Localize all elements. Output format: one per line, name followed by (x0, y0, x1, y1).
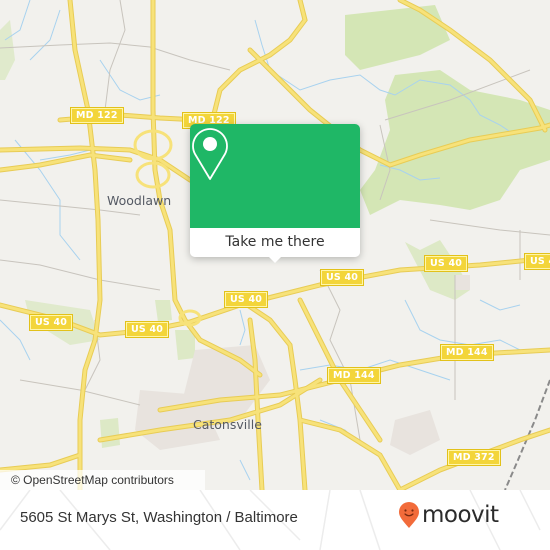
road-shield-md144: MD 144 (440, 344, 494, 361)
road-shield-us40: US 40 (28, 314, 74, 331)
moovit-logo[interactable]: moovit (398, 502, 499, 529)
road-shield-md372: MD 372 (447, 449, 501, 466)
popup-header[interactable] (190, 124, 360, 228)
popup-pointer (267, 255, 283, 263)
road-shield-md122: MD 122 (70, 107, 124, 124)
road-shield-us40: US 40 (523, 253, 550, 270)
place-label-catonsville: Catonsville (193, 417, 262, 432)
take-me-there-button[interactable]: Take me there (190, 228, 360, 257)
moovit-pin-icon (399, 502, 419, 528)
road-shield-us40: US 40 (223, 291, 269, 308)
road-shield-md144: MD 144 (327, 367, 381, 384)
map-attribution[interactable]: © OpenStreetMap contributors (0, 470, 205, 490)
road-shield-us40: US 40 (319, 269, 365, 286)
road-shield-us40: US 40 (423, 255, 469, 272)
destination-popup[interactable]: Take me there (190, 124, 360, 263)
map-view[interactable]: Woodlawn Catonsville MD 122 MD 122 US 40… (0, 0, 550, 490)
address-text: 5605 St Marys St, Washington / Baltimore (20, 509, 298, 526)
road-shield-us40: US 40 (124, 321, 170, 338)
moovit-wordmark: moovit (422, 502, 499, 528)
map-pin-icon (192, 128, 228, 180)
footer-bar: 5605 St Marys St, Washington / Baltimore… (0, 490, 550, 550)
place-label-woodlawn: Woodlawn (107, 193, 172, 208)
